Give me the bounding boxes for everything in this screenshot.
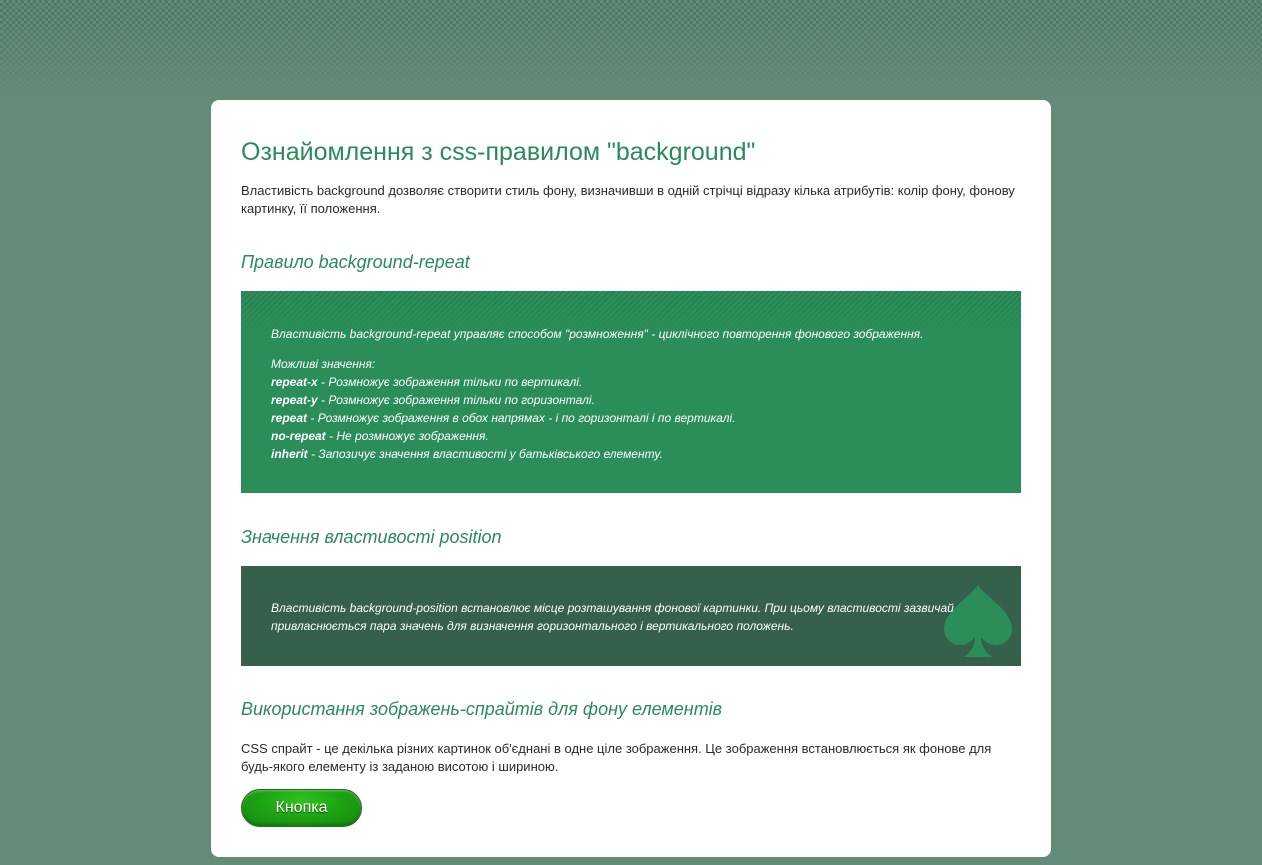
repeat-heading: Правило background-repeat <box>241 252 470 272</box>
value-text: - Розмножує зображення в обох напрямах -… <box>307 411 736 425</box>
value-text: - Розмножує зображення тільки по вертика… <box>317 375 583 389</box>
intro-text: Властивість background дозволяє створити… <box>241 183 1015 216</box>
position-description: Властивість background-position встановл… <box>271 601 954 633</box>
value-item: inherit - Запозичує значення властивості… <box>271 445 991 463</box>
value-item: no-repeat - Не розмножує зображення. <box>271 427 991 445</box>
value-item: repeat-y - Розмножує зображення тільки п… <box>271 391 991 409</box>
page-title: Ознайомлення з css-правилом "background" <box>241 138 756 166</box>
value-text: - Не розмножує зображення. <box>325 429 489 443</box>
value-name: repeat <box>271 411 308 425</box>
value-text: - Запозичує значення властивості у батьк… <box>307 447 663 461</box>
value-item: repeat - Розмножує зображення в обох нап… <box>271 409 991 427</box>
repeat-box: Властивість background-repeat управляє с… <box>241 291 1021 493</box>
position-heading: Значення властивості position <box>241 527 502 547</box>
value-name: repeat-y <box>271 393 318 407</box>
sprite-description: CSS спрайт - це декілька різних картинок… <box>241 741 992 774</box>
sprite-heading: Використання зображень-спрайтів для фону… <box>241 699 723 719</box>
value-name: repeat-x <box>271 375 318 389</box>
value-text: - Розмножує зображення тільки по горизон… <box>317 393 595 407</box>
position-box: Властивість background-position встановл… <box>241 566 1021 666</box>
value-item: repeat-x - Розмножує зображення тільки п… <box>271 373 991 391</box>
value-name: inherit <box>271 447 308 461</box>
values-title: Можливі значення: <box>271 357 376 371</box>
repeat-description: Властивість background-repeat управляє с… <box>271 327 924 341</box>
sprite-button[interactable]: Кнопка <box>241 789 362 827</box>
value-name: no-repeat <box>271 429 326 443</box>
content-card: Ознайомлення з css-правилом "background"… <box>211 100 1051 857</box>
